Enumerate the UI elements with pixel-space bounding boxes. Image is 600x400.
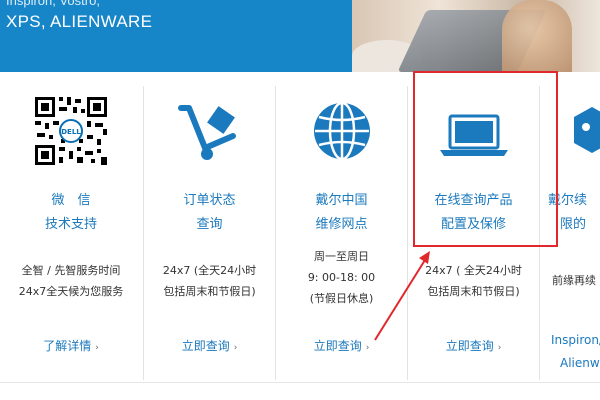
query-now-link[interactable]: 立即查询 ›: [144, 337, 275, 354]
divider: [0, 382, 600, 383]
svg-text:DELL: DELL: [61, 128, 81, 136]
card-title-line2: 查询: [196, 217, 223, 232]
card-desc-line1: 周一至周日: [314, 250, 369, 263]
card-description: 24x7 ( 全天24小时 包括周末和节假日): [408, 260, 539, 302]
card-title: 订单状态 查询: [144, 189, 275, 237]
link-label[interactable]: 立即查询: [182, 339, 230, 353]
card-desc-line1: 24x7 ( 全天24小时: [425, 264, 522, 277]
banner-cut-text: Inspiron, Vostro,: [6, 0, 100, 8]
edge-link-alienware[interactable]: Alienw: [560, 356, 600, 370]
query-now-link[interactable]: 立即查询 ›: [276, 337, 407, 354]
photo-person: [502, 0, 572, 72]
edge-card-desc: 前缘再续: [552, 274, 596, 287]
card-desc-line2: 包括周末和节假日): [163, 285, 256, 298]
card-wechat-support[interactable]: DELL 微 信 技术支持 全智 / 先智服务时间 24x7全天候为您服务 了解…: [0, 86, 144, 380]
card-title-line2: 技术支持: [44, 217, 97, 232]
link-label[interactable]: 立即查询: [314, 339, 362, 353]
edge-link-inspiron[interactable]: Inspiron/: [551, 333, 600, 347]
card-title-line1: 戴尔中国: [315, 193, 368, 208]
card-title-line2: 维修网点: [315, 217, 368, 232]
card-description: 24x7 (全天24小时 包括周末和节假日): [144, 260, 275, 302]
chevron-right-icon: ›: [365, 343, 370, 353]
card-title: 微 信 技术支持: [0, 189, 143, 237]
globe-icon: [276, 96, 407, 166]
learn-more-link[interactable]: 了解详情 ›: [0, 337, 143, 354]
card-description: 周一至周日 9: 00-18: 00 (节假日休息): [276, 246, 407, 309]
link-label[interactable]: 了解详情: [43, 339, 91, 353]
card-repair-centers[interactable]: 戴尔中国 维修网点 周一至周日 9: 00-18: 00 (节假日休息) 立即查…: [276, 86, 408, 380]
card-desc-line2: 24x7全天候为您服务: [18, 285, 124, 298]
card-order-status[interactable]: 订单状态 查询 24x7 (全天24小时 包括周末和节假日) 立即查询 ›: [144, 86, 276, 380]
card-title-line1: 微 信: [51, 193, 91, 208]
card-title: 戴尔中国 维修网点: [276, 189, 407, 237]
card-desc-line1: 24x7 (全天24小时: [162, 264, 257, 277]
card-title-line1: 订单状态: [183, 193, 236, 208]
chevron-right-icon: ›: [233, 343, 238, 353]
card-desc-line2: 包括周末和节假日): [427, 285, 520, 298]
chevron-right-icon: ›: [95, 343, 99, 353]
banner-photo: [352, 0, 600, 72]
highlight-box: [413, 71, 558, 247]
card-desc-line2: 9: 00-18: 00: [307, 271, 376, 284]
chevron-right-icon: ›: [497, 343, 502, 353]
link-label[interactable]: 立即查询: [446, 339, 494, 353]
card-desc-line1: 全智 / 先智服务时间: [21, 264, 121, 277]
query-now-link[interactable]: 立即查询 ›: [408, 337, 539, 354]
hero-banner: Inspiron, Vostro, XPS, ALIENWARE: [0, 0, 600, 72]
card-desc-line3: (节假日休息): [309, 292, 374, 305]
card-description: 全智 / 先智服务时间 24x7全天候为您服务: [0, 260, 143, 302]
hand-truck-icon: [144, 96, 275, 166]
tag-icon: [572, 105, 600, 159]
banner-text: XPS, ALIENWARE: [6, 12, 153, 31]
qr-code-icon: DELL: [0, 95, 143, 167]
